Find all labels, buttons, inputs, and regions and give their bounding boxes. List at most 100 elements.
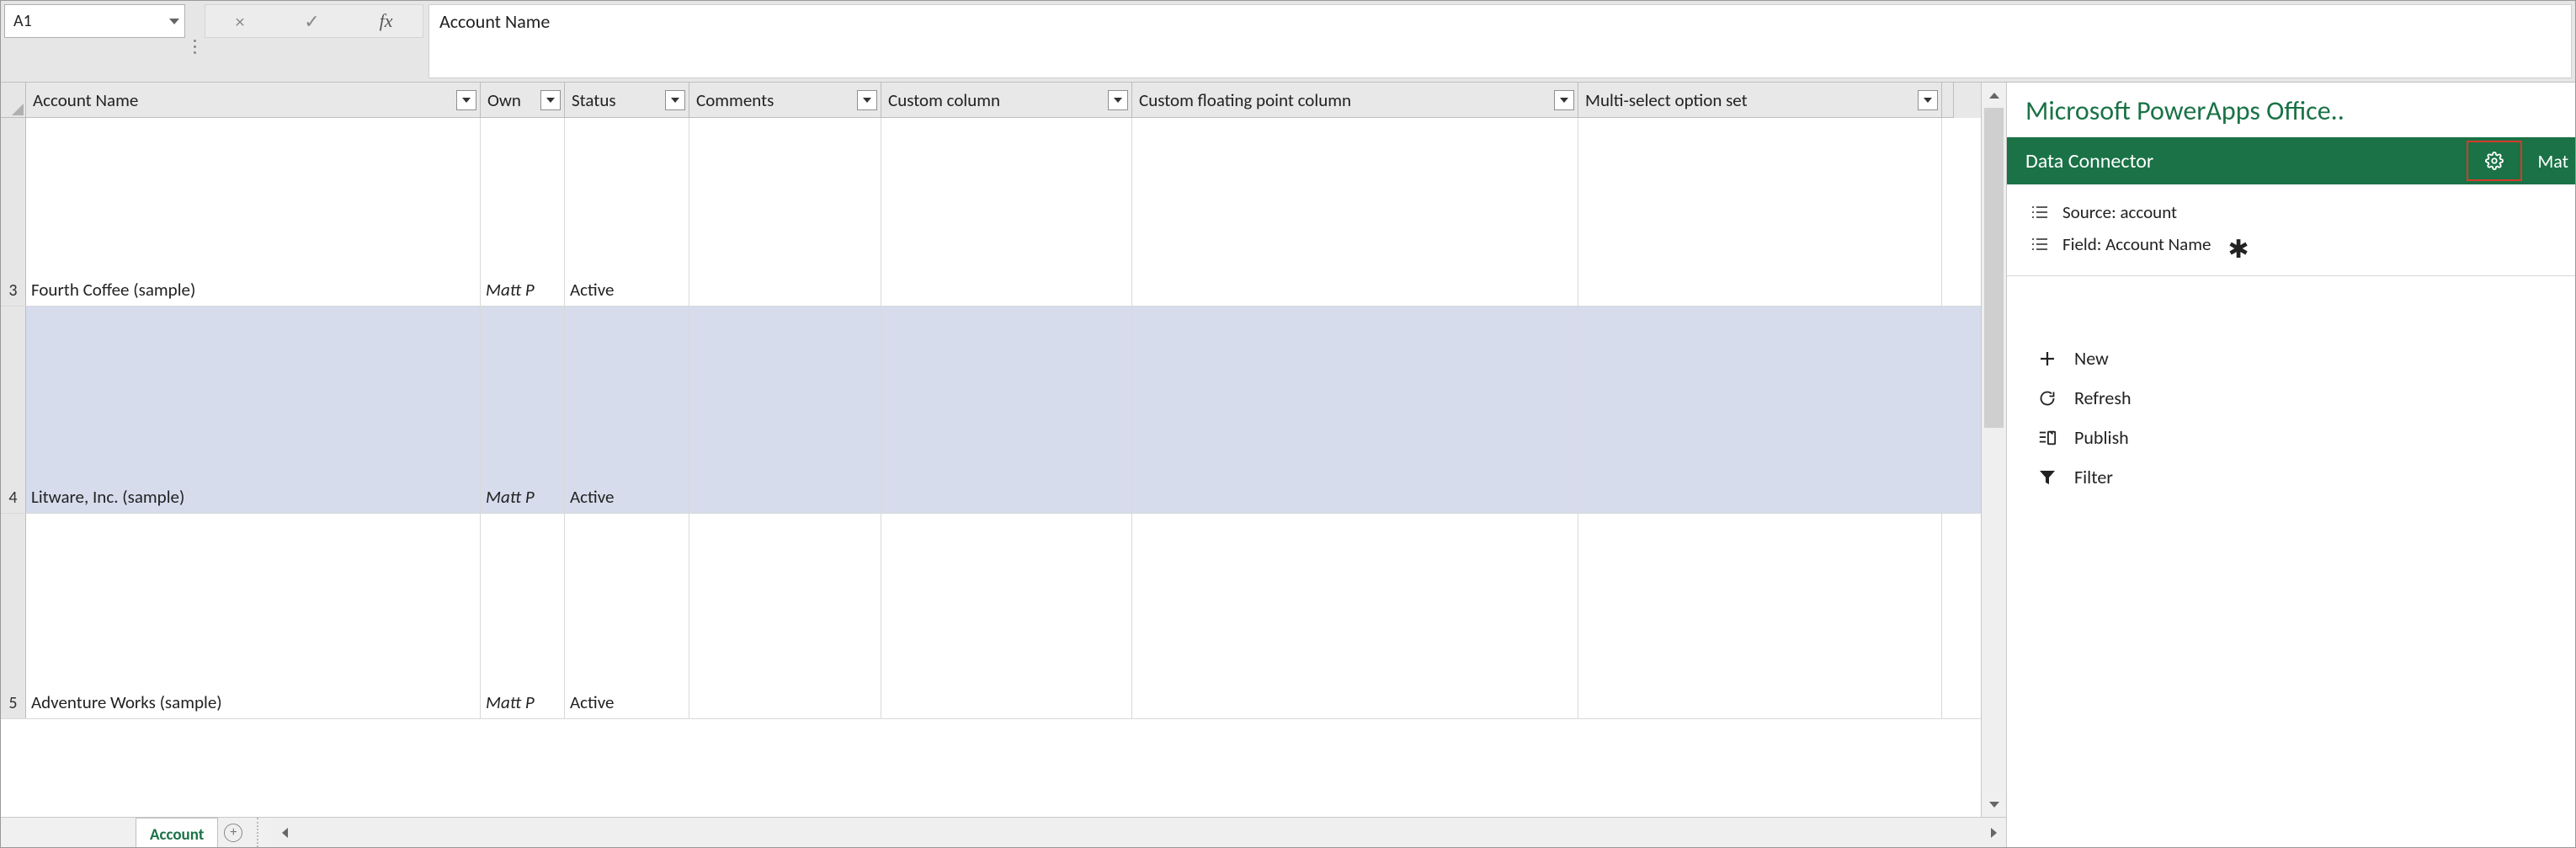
fx-icon[interactable]: fx bbox=[380, 10, 393, 32]
action-new[interactable]: New bbox=[2032, 342, 2557, 375]
chevron-down-icon bbox=[1924, 98, 1932, 103]
table-row[interactable]: 4 Litware, Inc. (sample) Matt P Active bbox=[1, 307, 1981, 514]
filter-button[interactable] bbox=[857, 90, 877, 110]
plus-icon: + bbox=[224, 824, 242, 842]
cell-custom[interactable] bbox=[881, 307, 1132, 513]
filter-button[interactable] bbox=[1918, 90, 1938, 110]
cell-own[interactable]: Matt P bbox=[481, 118, 565, 306]
cell-own[interactable]: Matt P bbox=[481, 307, 565, 513]
cell-comments[interactable] bbox=[689, 118, 881, 306]
cell-float[interactable] bbox=[1132, 118, 1578, 306]
scroll-thumb[interactable] bbox=[1984, 108, 2004, 428]
formula-buttons: × ✓ fx bbox=[205, 4, 423, 38]
filter-button[interactable] bbox=[1108, 90, 1128, 110]
chevron-down-icon bbox=[1114, 98, 1122, 103]
select-all-corner[interactable] bbox=[1, 83, 26, 118]
column-header-multi-select[interactable]: Multi-select option set bbox=[1578, 83, 1942, 118]
column-label: Account Name bbox=[33, 89, 138, 111]
filter-button[interactable] bbox=[665, 90, 685, 110]
refresh-icon bbox=[2036, 390, 2059, 407]
action-label: New bbox=[2074, 347, 2109, 370]
cell-multi[interactable] bbox=[1578, 307, 1942, 513]
column-header-comments[interactable]: Comments bbox=[689, 83, 881, 118]
sheet-tab-bar: Account + bbox=[1, 817, 2006, 847]
cancel-icon: × bbox=[235, 10, 244, 33]
gear-icon[interactable] bbox=[2485, 152, 2504, 170]
column-label: Custom floating point column bbox=[1139, 89, 1351, 111]
cell-tail[interactable] bbox=[1942, 307, 1954, 513]
chevron-down-icon bbox=[1989, 802, 1999, 808]
cell-status[interactable]: Active bbox=[565, 118, 689, 306]
row-number[interactable]: 5 bbox=[1, 514, 26, 718]
name-box[interactable]: A1 bbox=[4, 4, 185, 38]
table: Account Name Own Status Comments bbox=[1, 83, 1981, 817]
row-number[interactable]: 3 bbox=[1, 118, 26, 306]
cell-float[interactable] bbox=[1132, 514, 1578, 718]
column-header-status[interactable]: Status bbox=[565, 83, 689, 118]
cell-multi[interactable] bbox=[1578, 514, 1942, 718]
enter-icon: ✓ bbox=[304, 10, 319, 33]
column-header-custom-float[interactable]: Custom floating point column bbox=[1132, 83, 1578, 118]
cell-tail[interactable] bbox=[1942, 118, 1954, 306]
scroll-track[interactable] bbox=[1982, 108, 2006, 792]
info-block: Source: account Field: Account Name ✱ bbox=[2007, 184, 2575, 276]
chevron-down-icon bbox=[546, 98, 555, 103]
scroll-up-button[interactable] bbox=[1982, 83, 2006, 108]
info-source-text: Source: account bbox=[2062, 201, 2177, 223]
sheet-tab-account[interactable]: Account bbox=[136, 818, 218, 847]
scroll-down-button[interactable] bbox=[1982, 792, 2006, 817]
formula-input[interactable]: Account Name bbox=[428, 4, 2572, 78]
cell-status[interactable]: Active bbox=[565, 514, 689, 718]
pane-header-label: Data Connector bbox=[2025, 149, 2153, 173]
cell-comments[interactable] bbox=[689, 307, 881, 513]
table-row[interactable]: 3 Fourth Coffee (sample) Matt P Active bbox=[1, 118, 1981, 307]
cell-account-name[interactable]: Fourth Coffee (sample) bbox=[26, 118, 481, 306]
table-row[interactable]: 5 Adventure Works (sample) Matt P Active bbox=[1, 514, 1981, 719]
list-icon bbox=[2030, 238, 2049, 250]
scroll-right-button[interactable] bbox=[1981, 818, 2006, 847]
list-icon bbox=[2030, 206, 2049, 218]
publish-icon bbox=[2036, 429, 2059, 446]
filter-button[interactable] bbox=[540, 90, 561, 110]
chevron-right-icon bbox=[1991, 828, 1997, 838]
horizontal-scrollbar[interactable] bbox=[272, 818, 2006, 847]
cell-comments[interactable] bbox=[689, 514, 881, 718]
vertical-scrollbar[interactable] bbox=[1981, 83, 2006, 817]
row-number[interactable]: 4 bbox=[1, 307, 26, 513]
chevron-left-icon bbox=[282, 828, 288, 838]
scroll-left-button[interactable] bbox=[272, 818, 297, 847]
action-label: Publish bbox=[2074, 426, 2129, 449]
info-source: Source: account bbox=[2030, 196, 2557, 228]
chevron-up-icon bbox=[1989, 93, 1999, 99]
action-publish[interactable]: Publish bbox=[2032, 421, 2557, 454]
add-sheet-button[interactable]: + bbox=[218, 818, 248, 847]
filter-button[interactable] bbox=[1554, 90, 1574, 110]
cell-own[interactable]: Matt P bbox=[481, 514, 565, 718]
chevron-down-icon bbox=[1560, 98, 1568, 103]
cell-account-name[interactable]: Adventure Works (sample) bbox=[26, 514, 481, 718]
cell-account-name[interactable]: Litware, Inc. (sample) bbox=[26, 307, 481, 513]
info-field-text: Field: Account Name bbox=[2062, 233, 2211, 255]
cell-custom[interactable] bbox=[881, 514, 1132, 718]
pane-header: Data Connector Mat bbox=[2007, 137, 2575, 184]
column-header-account-name[interactable]: Account Name bbox=[26, 83, 481, 118]
column-label: Own bbox=[487, 89, 521, 111]
cell-tail[interactable] bbox=[1942, 514, 1954, 718]
spreadsheet-grid: Account Name Own Status Comments bbox=[1, 83, 2006, 847]
column-label: Multi-select option set bbox=[1585, 89, 1748, 111]
scroll-track[interactable] bbox=[297, 824, 1981, 841]
settings-highlight bbox=[2467, 141, 2522, 181]
action-refresh[interactable]: Refresh bbox=[2032, 381, 2557, 414]
cell-multi[interactable] bbox=[1578, 118, 1942, 306]
column-label: Status bbox=[572, 89, 616, 111]
column-header-custom-column[interactable]: Custom column bbox=[881, 83, 1132, 118]
action-label: Filter bbox=[2074, 466, 2113, 488]
cell-custom[interactable] bbox=[881, 118, 1132, 306]
cell-float[interactable] bbox=[1132, 307, 1578, 513]
column-header-own[interactable]: Own bbox=[481, 83, 565, 118]
separator-icon bbox=[185, 1, 205, 82]
action-filter[interactable]: Filter bbox=[2032, 461, 2557, 493]
cell-status[interactable]: Active bbox=[565, 307, 689, 513]
pane-actions: New Refresh Publish bbox=[2007, 281, 2575, 493]
filter-button[interactable] bbox=[456, 90, 476, 110]
